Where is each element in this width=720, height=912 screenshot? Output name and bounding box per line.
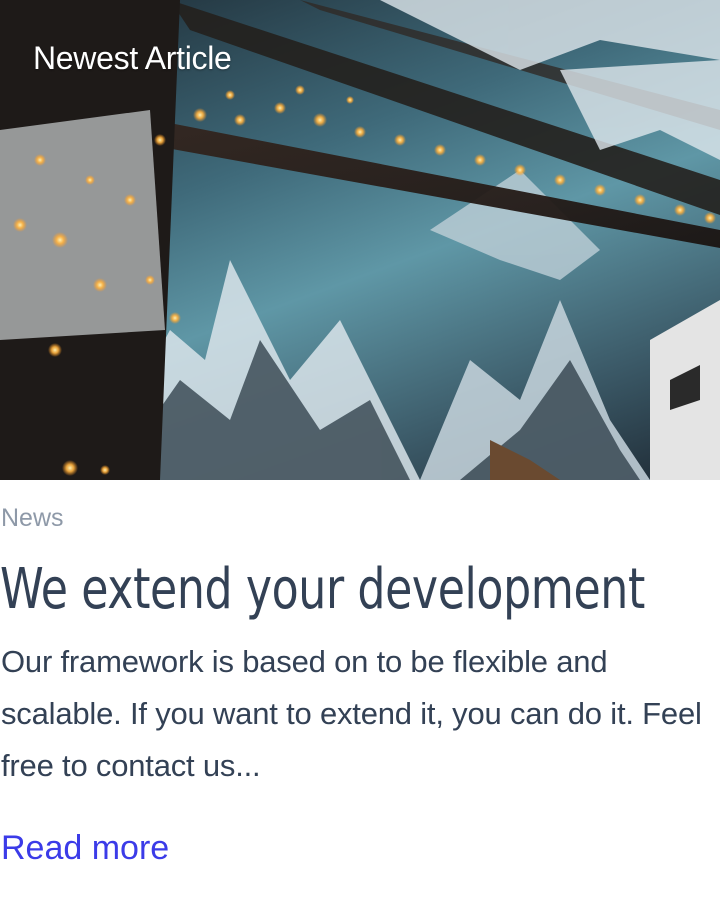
hero-image: Newest Article (0, 0, 720, 480)
read-more-link[interactable]: Read more (1, 824, 169, 872)
article-excerpt: Our framework is based on to be flexible… (1, 644, 702, 783)
article-category: News (1, 504, 64, 532)
article-title: We extend your development (0, 557, 645, 622)
hero-label: Newest Article (33, 40, 232, 76)
